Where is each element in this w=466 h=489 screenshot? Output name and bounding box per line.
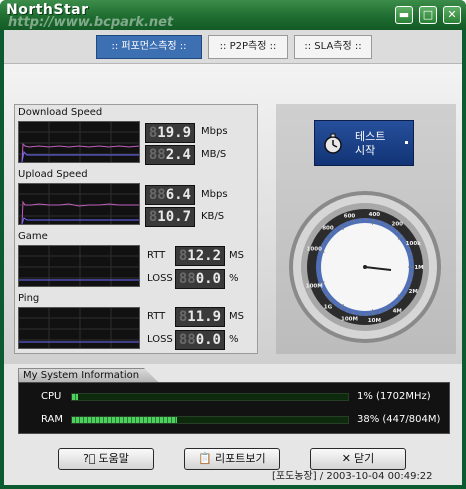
gauge-tick-label: 4M: [393, 308, 402, 314]
gauge-tick-label: 800: [322, 226, 334, 232]
ping-graph-plot: [19, 308, 139, 348]
ping-loss-unit: %: [229, 334, 239, 345]
ping-label: Ping: [18, 293, 40, 304]
game-rtt-label: RTT: [147, 250, 166, 261]
cpu-usage-bar: [71, 393, 349, 401]
close-button[interactable]: ✕: [443, 6, 461, 24]
game-graph-plot: [19, 246, 139, 286]
minimize-button[interactable]: ▬: [395, 6, 413, 24]
game-graph: [18, 245, 140, 287]
close-icon: ✕: [447, 8, 457, 21]
tab-strip: :: 퍼포먼스측정 :: :: P2P측정 :: :: SLA측정 ::: [4, 30, 462, 64]
system-info-tab: My System Information: [18, 368, 158, 382]
watermark-text: http://www.bcpark.net: [8, 15, 174, 30]
upload-speed-label: Upload Speed: [18, 169, 88, 180]
game-rtt-unit: MS: [229, 250, 244, 261]
gauge-tick: [352, 219, 355, 223]
maximize-button[interactable]: □: [419, 6, 437, 24]
close-app-button[interactable]: ✕ 닫기: [310, 448, 406, 470]
ram-label: RAM: [41, 414, 64, 425]
gauge-tick-label: 400: [369, 212, 381, 218]
gauge-tick-label: 1M: [414, 265, 423, 271]
ram-value: 38% (447/804M): [357, 414, 441, 425]
gauge-tick-label: 100M: [306, 283, 323, 289]
system-info-panel: CPU 1% (1702MHz) RAM 38% (447/804M): [18, 382, 450, 434]
game-label: Game: [18, 231, 48, 242]
download-speed-label: Download Speed: [18, 107, 103, 118]
stopwatch-icon: [324, 133, 342, 154]
ping-rtt-display: 811.9: [175, 307, 225, 327]
title-bar[interactable]: NorthStar http://www.bcpark.net ▬ □ ✕: [0, 0, 466, 30]
tab-sla[interactable]: :: SLA측정 ::: [294, 35, 372, 59]
test-control-panel: 테스트 시작 1000 800 600 400 200 100k 1M 2M 4M 10M 100M…: [276, 104, 456, 354]
download-mbps-unit: Mbps: [201, 126, 228, 137]
gauge-tick-label: 200: [392, 222, 404, 228]
gauge-tick: [352, 311, 355, 315]
tab-performance[interactable]: :: 퍼포먼스측정 ::: [96, 35, 202, 59]
download-mbs-display: 882.4: [145, 145, 195, 165]
help-button-label: 도움말: [98, 452, 129, 465]
ram-usage-fill: [72, 417, 177, 423]
ram-usage-bar: [71, 416, 349, 424]
ping-loss-label: LOSS: [147, 334, 173, 345]
game-loss-unit: %: [229, 273, 239, 284]
gauge-tick-label: 1000: [307, 247, 322, 253]
tab-p2p[interactable]: :: P2P측정 ::: [208, 35, 288, 59]
upload-mbps-display: 886.4: [145, 185, 195, 205]
ping-rtt-label: RTT: [147, 311, 166, 322]
start-test-button[interactable]: 테스트 시작: [314, 120, 414, 166]
gauge-tick-label: 1G: [324, 304, 333, 310]
gauge-tick-label: 100M: [341, 317, 358, 323]
start-test-label-line1: 테스트: [355, 130, 386, 143]
ping-graph: [18, 307, 140, 349]
game-loss-label: LOSS: [147, 273, 173, 284]
cpu-label: CPU: [41, 391, 62, 402]
gauge-tick-label: 10M: [368, 318, 381, 324]
download-mbs-unit: MB/S: [201, 149, 227, 160]
main-panel: Download Speed 819.9 Mbps 882.4 MB/S Upl…: [4, 64, 462, 364]
report-button-label: 리포트보기: [215, 452, 266, 465]
measurements-panel: Download Speed 819.9 Mbps 882.4 MB/S Upl…: [14, 104, 258, 354]
ping-loss-display: 880.0: [175, 330, 225, 350]
gauge-tick-label: 100k: [406, 241, 421, 247]
status-bar: [포도농장] / 2003-10-04 00:49:22: [272, 471, 433, 482]
gauge-tick-label: 600: [344, 213, 356, 219]
close-app-button-label: 닫기: [353, 452, 375, 465]
upload-kbs-unit: KB/S: [201, 211, 225, 222]
ping-rtt-unit: MS: [229, 311, 244, 322]
game-rtt-display: 812.2: [175, 246, 225, 266]
report-button[interactable]: 📋 리포트보기: [184, 448, 280, 470]
dropdown-dot-icon: [405, 141, 408, 144]
gauge-tick-label: 2M: [409, 289, 418, 295]
game-loss-display: 880.0: [175, 269, 225, 289]
help-button[interactable]: ?⃝ 도움말: [58, 448, 154, 470]
start-test-label-line2: 시작: [355, 144, 376, 157]
app-window: NorthStar http://www.bcpark.net ▬ □ ✕ ::…: [0, 0, 466, 489]
minimize-icon: ▬: [398, 8, 410, 21]
download-mbps-display: 819.9: [145, 123, 195, 143]
close-x-icon: ✕: [341, 452, 351, 465]
maximize-icon: □: [422, 8, 434, 21]
upload-kbs-display: 810.7: [145, 207, 195, 227]
help-icon: ?⃝: [83, 452, 96, 465]
client-area: :: 퍼포먼스측정 :: :: P2P측정 :: :: SLA측정 :: Dow…: [4, 30, 462, 485]
upload-graph-plot: [19, 184, 139, 224]
cpu-usage-fill: [72, 394, 78, 400]
clipboard-icon: 📋: [198, 452, 213, 465]
upload-graph: [18, 183, 140, 225]
download-graph-plot: [19, 122, 139, 162]
cpu-value: 1% (1702MHz): [357, 391, 431, 402]
download-graph: [18, 121, 140, 163]
speed-gauge: 1000 800 600 400 200 100k 1M 2M 4M 10M 100M 1G 100M: [289, 191, 441, 343]
upload-mbps-unit: Mbps: [201, 189, 228, 200]
